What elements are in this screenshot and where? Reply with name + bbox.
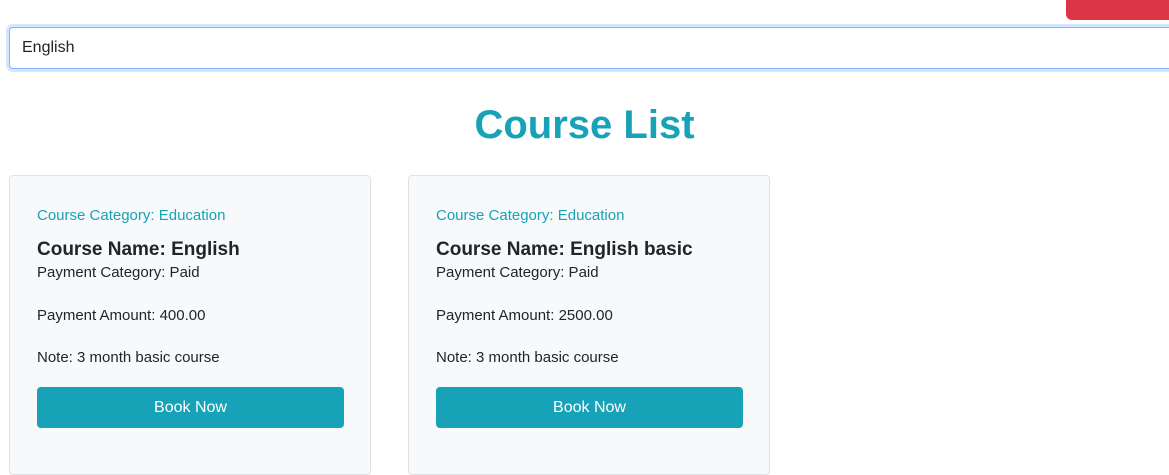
- course-name: Course Name: English basic: [436, 239, 693, 260]
- course-card: Course Category: Education Course Name: …: [408, 175, 770, 475]
- card-body: Course Category: Education Course Name: …: [436, 206, 743, 428]
- payment-amount: Payment Amount: 400.00: [37, 307, 206, 324]
- course-category: Course Category: Education: [37, 207, 226, 224]
- payment-category: Payment Category: Paid: [436, 264, 599, 281]
- course-card: Course Category: Education Course Name: …: [9, 175, 371, 475]
- book-now-button[interactable]: Book Now: [436, 387, 743, 428]
- search-input[interactable]: [9, 27, 1169, 69]
- course-category: Course Category: Education: [436, 207, 625, 224]
- payment-amount: Payment Amount: 2500.00: [436, 307, 613, 324]
- top-action-bar[interactable]: [1066, 0, 1169, 20]
- course-name: Course Name: English: [37, 239, 240, 260]
- payment-category: Payment Category: Paid: [37, 264, 200, 281]
- page-title: Course List: [474, 103, 695, 147]
- card-body: Course Category: Education Course Name: …: [37, 206, 344, 428]
- course-note: Note: 3 month basic course: [37, 349, 220, 366]
- course-note: Note: 3 month basic course: [436, 349, 619, 366]
- book-now-button[interactable]: Book Now: [37, 387, 344, 428]
